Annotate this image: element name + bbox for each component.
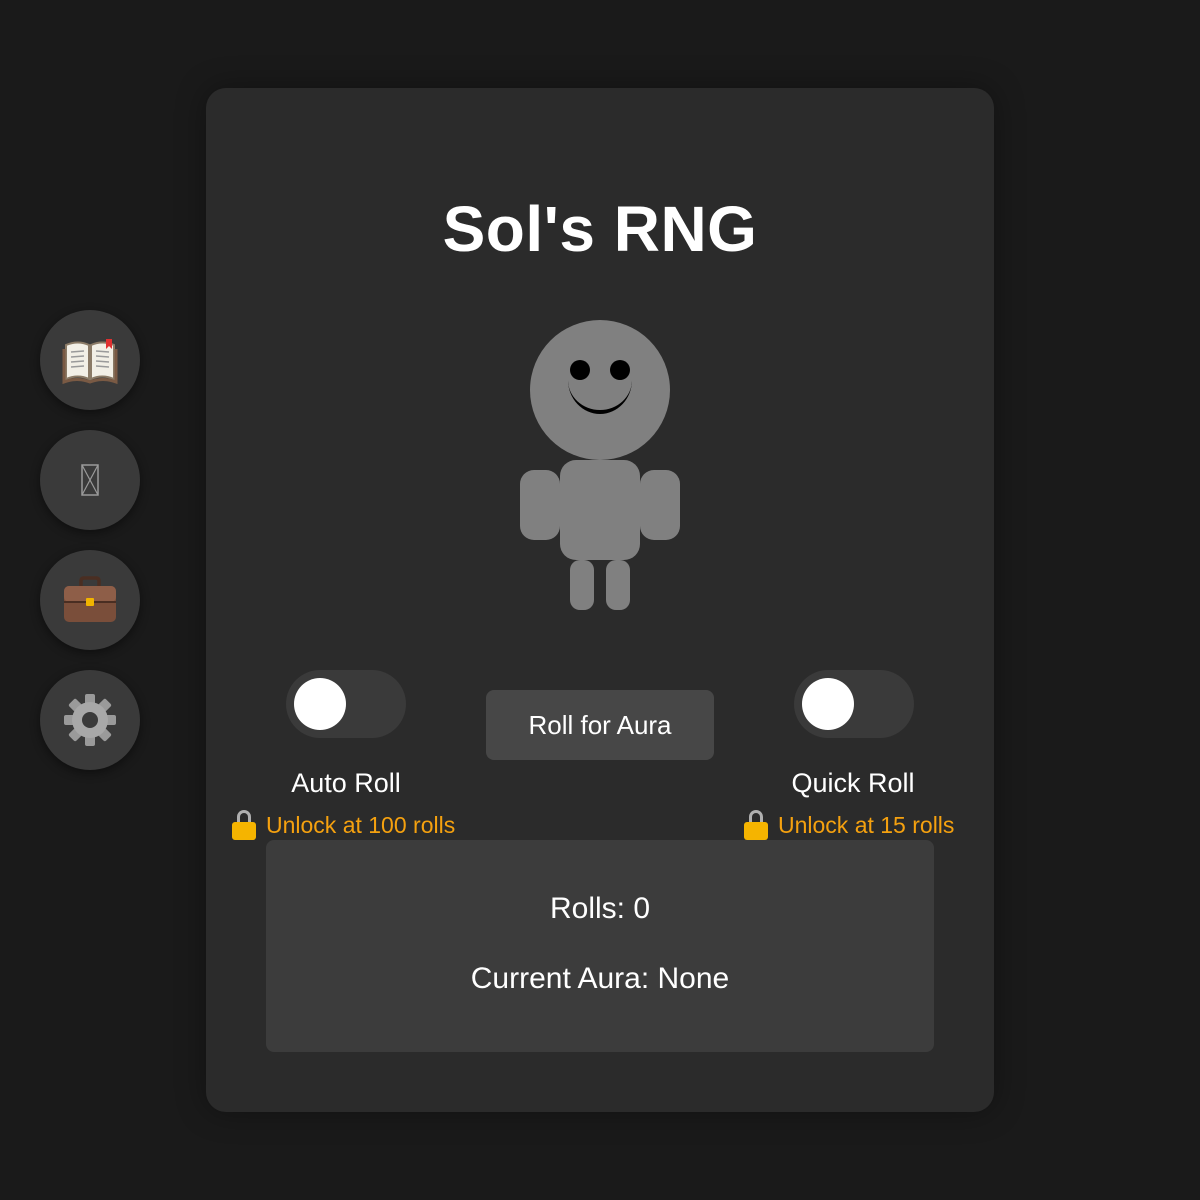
missing-glyph-button[interactable] [40, 430, 140, 530]
briefcase-icon [64, 576, 116, 622]
quick-roll-unlock-requirement: Unlock at 15 rolls [744, 810, 954, 840]
auto-roll-unlock-requirement: Unlock at 100 rolls [232, 810, 455, 840]
quick-roll-toggle[interactable] [794, 670, 914, 738]
lock-icon [744, 810, 768, 840]
codex-button[interactable] [40, 310, 140, 410]
auto-roll-unlock-text: Unlock at 100 rolls [266, 811, 456, 838]
avatar-right-eye [610, 360, 630, 380]
rolls-count: Rolls: 0 [549, 892, 651, 925]
avatar-right-leg [606, 560, 630, 610]
toggle-knob [294, 678, 346, 730]
avatar-left-leg [570, 560, 594, 610]
quick-roll-unlock-text: Unlock at 15 rolls [778, 811, 955, 838]
inventory-button[interactable] [40, 550, 140, 650]
avatar-left-eye [570, 360, 590, 380]
missing-glyph-icon [81, 464, 99, 496]
stats-panel: Rolls: 0 Current Aura: None [266, 840, 934, 1052]
auto-roll-label: Auto Roll [291, 768, 401, 798]
auto-roll-toggle[interactable] [286, 670, 406, 738]
avatar-left-arm [520, 470, 560, 540]
toggle-knob [802, 678, 854, 730]
quick-roll-label: Quick Roll [791, 768, 915, 798]
current-aura: Current Aura: None [470, 962, 730, 995]
page-title: Sol's RNG [442, 193, 758, 265]
lock-icon [232, 810, 256, 840]
book-icon [62, 339, 118, 385]
avatar-body [560, 460, 640, 560]
avatar-head [530, 320, 670, 460]
game-card: Sol's RNG Auto Roll Unlock at 100 rolls … [206, 88, 994, 1112]
settings-button[interactable] [40, 670, 140, 770]
gear-icon [64, 694, 116, 746]
roll-button[interactable]: Roll for Aura [486, 690, 714, 760]
avatar-right-arm [640, 470, 680, 540]
avatar-smile [568, 380, 632, 414]
